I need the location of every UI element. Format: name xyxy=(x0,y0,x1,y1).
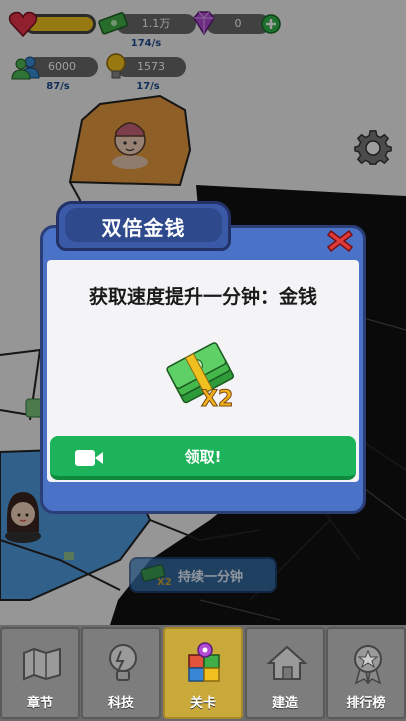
nav-chapters[interactable]: 章节 xyxy=(0,627,80,719)
nav-levels[interactable]: 关卡 xyxy=(163,627,243,719)
cash-stack-icon: X2 xyxy=(165,340,243,413)
map-icon xyxy=(20,641,64,685)
house-icon xyxy=(265,641,309,685)
claim-label: 领取! xyxy=(184,448,222,466)
nav-tech[interactable]: 科技 xyxy=(81,627,161,719)
dialog-title: 双倍金钱 xyxy=(101,216,186,240)
nav-label: 科技 xyxy=(107,696,134,711)
nav-label: 关卡 xyxy=(189,696,216,711)
nav-build[interactable]: 建造 xyxy=(245,627,325,719)
lightbulb-icon xyxy=(101,641,145,685)
dialog-multiplier: X2 xyxy=(201,387,233,410)
dialog-message: 获取速度提升一分钟：金钱 xyxy=(88,286,317,308)
nav-label: 排行榜 xyxy=(346,696,386,711)
nav-label: 建造 xyxy=(271,696,298,711)
puzzle-icon xyxy=(183,641,227,685)
close-icon[interactable] xyxy=(326,228,354,254)
nav-label: 章节 xyxy=(26,696,53,711)
medal-icon xyxy=(346,641,390,685)
nav-leaderboard[interactable]: 排行榜 xyxy=(326,627,406,719)
